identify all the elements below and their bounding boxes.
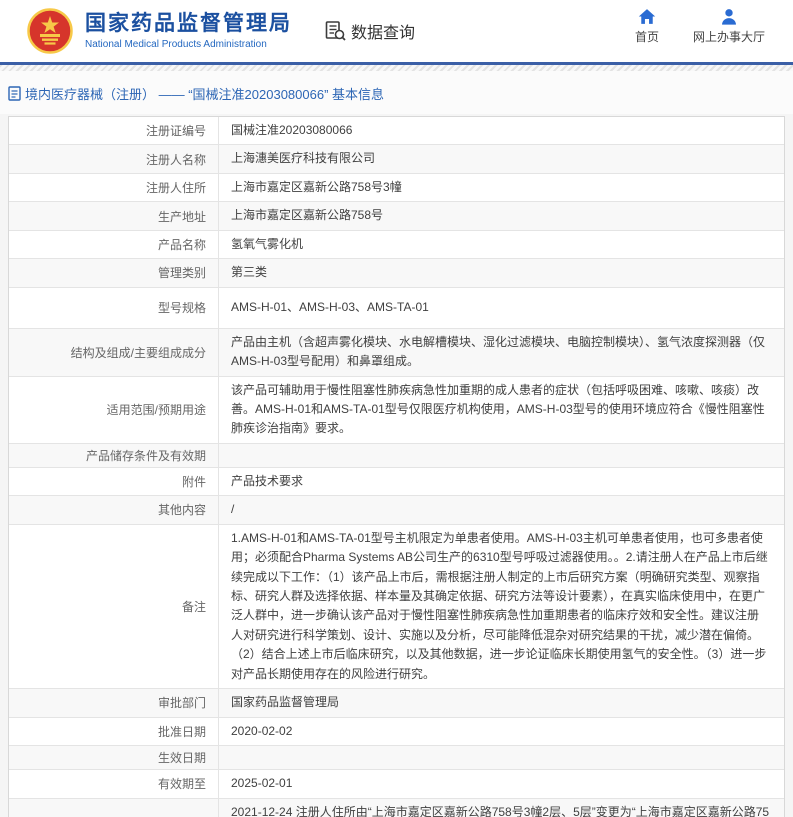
- table-row: 注册人名称 上海潓美医疗科技有限公司: [9, 145, 784, 173]
- row-label: 注册证编号: [9, 117, 219, 144]
- row-value: 国家药品监督管理局: [219, 689, 784, 716]
- agency-name-zh: 国家药品监督管理局: [85, 12, 292, 36]
- row-label: 管理类别: [9, 259, 219, 286]
- document-icon: [8, 86, 21, 101]
- row-label: 有效期至: [9, 770, 219, 797]
- row-label: 生产地址: [9, 202, 219, 229]
- table-row: 附件 产品技术要求: [9, 468, 784, 496]
- table-row: 批准日期 2020-02-02: [9, 718, 784, 746]
- table-row: 结构及组成/主要组成成分 产品由主机（含超声雾化模块、水电解槽模块、湿化过滤模块…: [9, 329, 784, 377]
- table-row: 变更情况 2021-12-24 注册人住所由“上海市嘉定区嘉新公路758号3幢2…: [9, 799, 784, 817]
- row-value: [219, 746, 784, 769]
- nmpa-emblem-logo: [27, 7, 73, 55]
- table-row: 产品名称 氢氧气雾化机: [9, 231, 784, 259]
- row-label: 产品名称: [9, 231, 219, 258]
- agency-brand: 国家药品监督管理局 National Medical Products Admi…: [85, 12, 292, 49]
- table-row: 注册人住所 上海市嘉定区嘉新公路758号3幢: [9, 174, 784, 202]
- row-label: 生效日期: [9, 746, 219, 769]
- breadcrumb-text: 境内医疗器械（注册） —— “国械注准20203080066” 基本信息: [25, 84, 384, 103]
- table-row: 管理类别 第三类: [9, 259, 784, 287]
- table-row: 型号规格 AMS-H-01、AMS-H-03、AMS-TA-01: [9, 288, 784, 329]
- nav-item-home[interactable]: 首页: [635, 8, 659, 45]
- row-label: 适用范围/预期用途: [9, 377, 219, 443]
- row-value: 该产品可辅助用于慢性阻塞性肺疾病急性加重期的成人患者的症状（包括呼吸困难、咳嗽、…: [219, 377, 784, 443]
- nav-item-service-hall[interactable]: 网上办事大厅: [693, 8, 765, 45]
- agency-name-en: National Medical Products Administration: [85, 39, 292, 50]
- row-value: 2020-02-02: [219, 718, 784, 745]
- table-row: 备注 1.AMS-H-01和AMS-TA-01型号主机限定为单患者使用。AMS-…: [9, 525, 784, 690]
- site-header: 国家药品监督管理局 National Medical Products Admi…: [0, 0, 793, 62]
- row-label: 审批部门: [9, 689, 219, 716]
- nav-item-label: 首页: [635, 28, 659, 45]
- nav-item-label: 网上办事大厅: [693, 28, 765, 45]
- row-label: 备注: [9, 525, 219, 689]
- data-query-tab[interactable]: 数据查询: [324, 19, 415, 43]
- row-value: AMS-H-01、AMS-H-03、AMS-TA-01: [219, 288, 784, 328]
- registration-info-table: 注册证编号 国械注准20203080066 注册人名称 上海潓美医疗科技有限公司…: [8, 116, 785, 817]
- row-value: 国械注准20203080066: [219, 117, 784, 144]
- table-row: 其他内容 /: [9, 496, 784, 524]
- row-value: 上海潓美医疗科技有限公司: [219, 145, 784, 172]
- table-row: 适用范围/预期用途 该产品可辅助用于慢性阻塞性肺疾病急性加重期的成人患者的症状（…: [9, 377, 784, 444]
- data-query-label: 数据查询: [351, 19, 415, 43]
- document-search-icon: [324, 20, 346, 42]
- row-label: 注册人名称: [9, 145, 219, 172]
- table-row: 生产地址 上海市嘉定区嘉新公路758号: [9, 202, 784, 230]
- row-label: 产品储存条件及有效期: [9, 444, 219, 467]
- row-label: 变更情况: [9, 799, 219, 817]
- home-icon: [638, 8, 656, 25]
- row-label: 其他内容: [9, 496, 219, 523]
- row-label: 注册人住所: [9, 174, 219, 201]
- row-value: 1.AMS-H-01和AMS-TA-01型号主机限定为单患者使用。AMS-H-0…: [219, 525, 784, 689]
- table-row: 审批部门 国家药品监督管理局: [9, 689, 784, 717]
- row-value: 上海市嘉定区嘉新公路758号: [219, 202, 784, 229]
- table-row: 注册证编号 国械注准20203080066: [9, 117, 784, 145]
- row-value: 产品由主机（含超声雾化模块、水电解槽模块、湿化过滤模块、电脑控制模块）、氢气浓度…: [219, 329, 784, 376]
- row-value: 氢氧气雾化机: [219, 231, 784, 258]
- row-label: 批准日期: [9, 718, 219, 745]
- header-nav: 首页 网上办事大厅: [635, 8, 765, 45]
- row-value: 上海市嘉定区嘉新公路758号3幢: [219, 174, 784, 201]
- row-value: [219, 444, 784, 467]
- row-label: 附件: [9, 468, 219, 495]
- breadcrumb: 境内医疗器械（注册） —— “国械注准20203080066” 基本信息: [0, 71, 793, 114]
- person-icon: [720, 8, 738, 25]
- row-label: 结构及组成/主要组成成分: [9, 329, 219, 376]
- row-label: 型号规格: [9, 288, 219, 328]
- table-row: 生效日期: [9, 746, 784, 770]
- row-value: 2025-02-01: [219, 770, 784, 797]
- table-row: 有效期至 2025-02-01: [9, 770, 784, 798]
- row-value: /: [219, 496, 784, 523]
- table-row: 产品储存条件及有效期: [9, 444, 784, 468]
- row-value: 产品技术要求: [219, 468, 784, 495]
- row-value: 2021-12-24 注册人住所由“上海市嘉定区嘉新公路758号3幢2层、5层”…: [219, 799, 784, 817]
- row-value: 第三类: [219, 259, 784, 286]
